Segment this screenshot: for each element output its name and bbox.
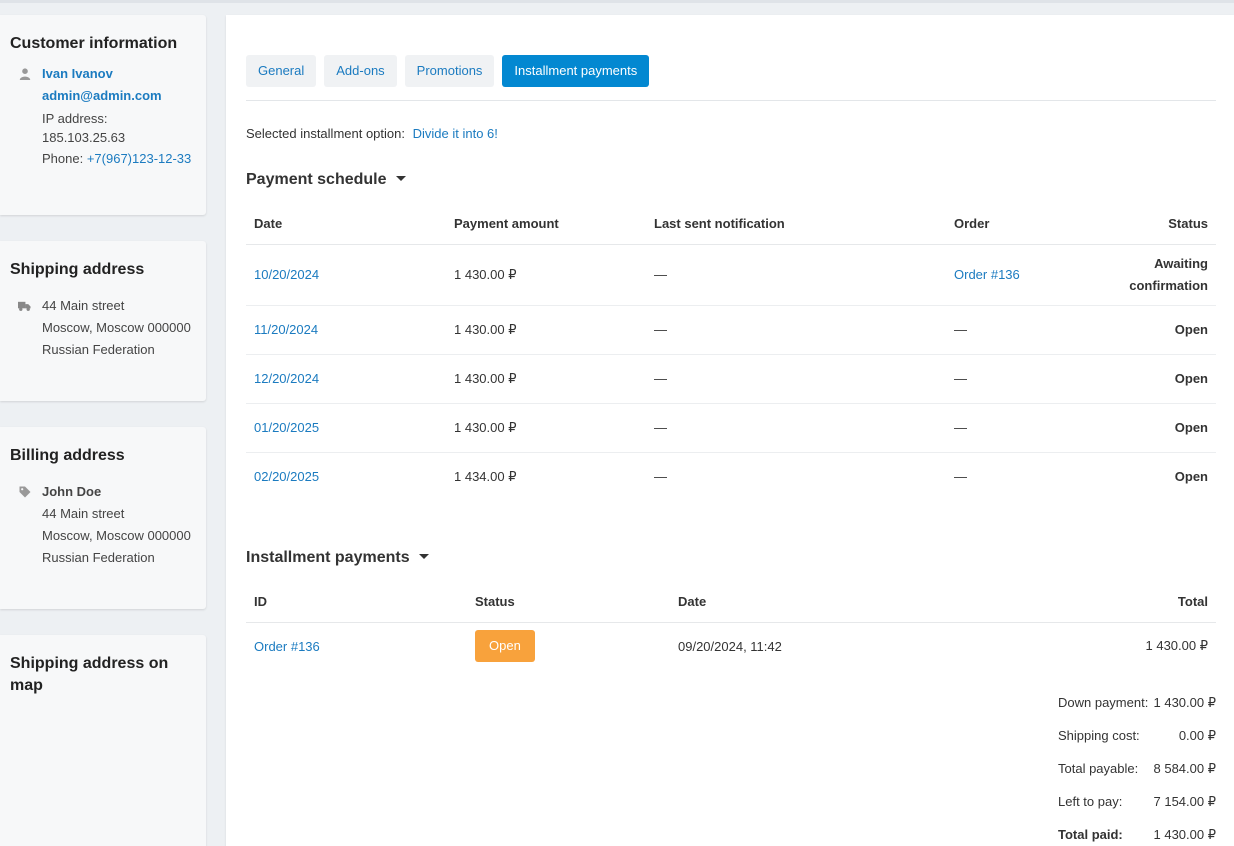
table-row: 02/20/2025 1 434.00 ₽ — — Open xyxy=(246,452,1216,501)
caret-down-icon xyxy=(395,176,406,182)
selected-option-link[interactable]: Divide it into 6! xyxy=(413,126,498,141)
shipping-line2: Moscow, Moscow 000000 xyxy=(42,320,191,335)
schedule-date-link[interactable]: 10/20/2024 xyxy=(254,267,319,282)
top-bar xyxy=(0,0,1234,3)
user-icon xyxy=(19,68,31,80)
schedule-status: Open xyxy=(1096,354,1216,404)
installment-payments-table: ID Status Date Total Order #136 Open 09/… xyxy=(246,582,1216,670)
schedule-amount: 1 430.00 ₽ xyxy=(446,403,646,453)
schedule-order-link[interactable]: Order #136 xyxy=(954,267,1020,282)
schedule-amount: 1 430.00 ₽ xyxy=(446,305,646,355)
billing-line1: 44 Main street xyxy=(42,506,125,521)
customer-name-row: Ivan Ivanov xyxy=(10,63,196,85)
installment-payments-title: Installment payments xyxy=(246,549,410,566)
table-row: 12/20/2024 1 430.00 ₽ — — Open xyxy=(246,354,1216,404)
payment-order-link[interactable]: Order #136 xyxy=(254,639,320,654)
customer-info-card: Customer information Ivan Ivanov admin@a… xyxy=(0,15,206,215)
schedule-amount: 1 430.00 ₽ xyxy=(446,244,646,306)
schedule-order: — xyxy=(946,354,1096,404)
total-payable-row: Total payable: 8 584.00 ₽ xyxy=(1058,761,1216,776)
shipping-map-title: Shipping address on map xyxy=(10,655,169,694)
schedule-date-link[interactable]: 02/20/2025 xyxy=(254,469,319,484)
left-to-pay-row: Left to pay: 7 154.00 ₽ xyxy=(1058,794,1216,809)
shipping-address-card: Shipping address 44 Main street Moscow, … xyxy=(0,241,206,401)
tab-bar: General Add-ons Promotions Installment p… xyxy=(246,55,650,87)
phone-row: Phone: +7(967)123-12-33 xyxy=(10,147,196,170)
status-badge[interactable]: Open xyxy=(475,630,535,663)
schedule-amount: 1 430.00 ₽ xyxy=(446,354,646,404)
table-header-row: Date Payment amount Last sent notificati… xyxy=(246,204,1216,245)
tab-promotions[interactable]: Promotions xyxy=(404,55,495,87)
schedule-status: Open xyxy=(1096,305,1216,355)
shipping-line1: 44 Main street xyxy=(10,295,196,317)
billing-address-title: Billing address xyxy=(10,447,125,464)
schedule-amount: 1 434.00 ₽ xyxy=(454,468,517,484)
customer-email-row: admin@admin.com xyxy=(10,85,196,107)
total-paid-row: Total paid: 1 430.00 ₽ xyxy=(1058,827,1216,842)
header-date: Date xyxy=(246,204,446,245)
payment-date: 09/20/2024, 11:42 xyxy=(678,638,782,654)
schedule-status: Open xyxy=(1096,403,1216,453)
tab-add-ons[interactable]: Add-ons xyxy=(324,55,397,87)
schedule-notification: — xyxy=(646,305,946,355)
customer-email-link[interactable]: admin@admin.com xyxy=(42,88,162,103)
selected-option-label: Selected installment option: xyxy=(246,126,405,141)
schedule-order: — xyxy=(946,305,1096,355)
table-header-row: ID Status Date Total xyxy=(246,582,1216,623)
billing-address-card: Billing address John Doe 44 Main street … xyxy=(0,427,206,609)
payment-schedule-table: Date Payment amount Last sent notificati… xyxy=(246,204,1216,501)
payment-schedule-toggle[interactable]: Payment schedule xyxy=(246,171,406,189)
table-row: 11/20/2024 1 430.00 ₽ — — Open xyxy=(246,305,1216,355)
schedule-date-link[interactable]: 12/20/2024 xyxy=(254,371,319,386)
schedule-date-link[interactable]: 01/20/2025 xyxy=(254,420,319,435)
header-order: Order xyxy=(946,204,1096,245)
shipping-address-title: Shipping address xyxy=(10,261,145,278)
shipping-map-card: Shipping address on map xyxy=(0,635,206,846)
billing-line3: Russian Federation xyxy=(42,550,155,565)
header-status: Status xyxy=(467,582,670,623)
table-row: 10/20/2024 1 430.00 ₽ — Order #136 Await… xyxy=(246,244,1216,306)
table-row: Order #136 Open 09/20/2024, 11:42 1 430.… xyxy=(246,622,1216,670)
payment-schedule-title: Payment schedule xyxy=(246,171,387,188)
customer-name-link[interactable]: Ivan Ivanov xyxy=(42,66,113,81)
shipping-line3: Russian Federation xyxy=(42,342,155,357)
schedule-notification: — xyxy=(646,403,946,453)
totals-summary: Down payment: 1 430.00 ₽ Shipping cost: … xyxy=(1058,695,1216,846)
down-payment-row: Down payment: 1 430.00 ₽ xyxy=(1058,695,1216,710)
customer-info-title: Customer information xyxy=(10,35,178,52)
billing-name-row: John Doe xyxy=(10,481,196,503)
schedule-notification: — xyxy=(646,354,946,404)
table-row: 01/20/2025 1 430.00 ₽ — — Open xyxy=(246,403,1216,453)
header-last-notification: Last sent notification xyxy=(646,204,946,245)
phone-label: Phone: xyxy=(42,151,84,166)
billing-line2: Moscow, Moscow 000000 xyxy=(42,528,191,543)
tab-general[interactable]: General xyxy=(246,55,317,87)
installment-payments-toggle[interactable]: Installment payments xyxy=(246,549,429,567)
header-total: Total xyxy=(970,582,1216,623)
selected-installment-option: Selected installment option: Divide it i… xyxy=(246,126,498,141)
truck-icon xyxy=(18,301,31,311)
ip-value: 185.103.25.63 xyxy=(42,130,126,145)
header-id: ID xyxy=(246,582,467,623)
schedule-status: Open xyxy=(1174,468,1208,484)
schedule-status: Awaiting confirmation xyxy=(1096,244,1216,306)
schedule-order: — xyxy=(946,403,1096,453)
shipping-cost-row: Shipping cost: 0.00 ₽ xyxy=(1058,728,1216,743)
schedule-order: — xyxy=(954,469,967,485)
ip-label: IP address: xyxy=(42,111,108,126)
schedule-notification: — xyxy=(646,244,946,306)
caret-down-icon xyxy=(418,554,429,560)
main-panel: General Add-ons Promotions Installment p… xyxy=(226,15,1234,846)
schedule-notification: — xyxy=(654,469,667,485)
ip-row: IP address: 185.103.25.63 xyxy=(10,107,196,147)
phone-link[interactable]: +7(967)123-12-33 xyxy=(87,151,191,166)
header-status: Status xyxy=(1096,204,1216,245)
schedule-date-link[interactable]: 11/20/2024 xyxy=(254,322,318,337)
header-payment-amount: Payment amount xyxy=(446,204,646,245)
header-date: Date xyxy=(670,582,970,623)
tabs-divider xyxy=(246,100,1216,101)
tag-icon xyxy=(19,486,31,498)
payment-total: 1 430.00 ₽ xyxy=(1145,638,1209,654)
tab-installment-payments[interactable]: Installment payments xyxy=(502,55,650,87)
